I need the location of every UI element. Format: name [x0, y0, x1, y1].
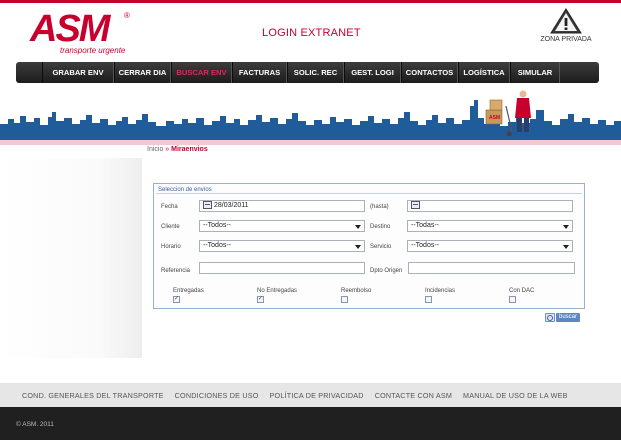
calendar-icon[interactable]	[203, 201, 212, 210]
search-form: Seleccion de envíos Fecha 28/03/2011 (ha…	[153, 183, 585, 309]
no-entregadas-checkbox[interactable]: ✓	[257, 296, 264, 303]
con-dac-checkbox[interactable]	[509, 296, 516, 303]
city-skyline-banner: ASM	[0, 90, 621, 140]
breadcrumb-home[interactable]: Inicio	[147, 146, 163, 153]
horario-value: --Todos--	[203, 242, 232, 249]
calendar-icon[interactable]	[411, 201, 420, 210]
nav-item-grabar-env[interactable]: GRABAR ENV	[42, 62, 114, 83]
cliente-value: --Todos--	[203, 222, 232, 229]
buscar-label: buscar	[556, 313, 581, 322]
asm-logo[interactable]: ASM ® transporte urgente	[30, 9, 142, 59]
svg-text:ASM: ASM	[489, 115, 500, 121]
destino-value: --Todas--	[411, 222, 440, 229]
search-icon	[545, 313, 555, 322]
banner-bottom-band	[0, 140, 621, 145]
incidencias-checkbox[interactable]	[425, 296, 432, 303]
cliente-select[interactable]: --Todos--	[199, 220, 365, 232]
nav-item-facturas[interactable]: FACTURAS	[232, 62, 287, 83]
fecha-value: 28/03/2011	[214, 202, 249, 209]
con-dac-label: Con DAC	[509, 288, 535, 294]
cliente-label: Cliente	[161, 224, 180, 230]
breadcrumb-current: Miraenvios	[171, 146, 208, 153]
registered-mark: ®	[124, 11, 130, 20]
logo-tagline: transporte urgente	[60, 46, 126, 55]
nav-item-logistica[interactable]: LOGÍSTICA	[458, 62, 510, 83]
dpto-origen-input[interactable]	[408, 262, 575, 274]
reembolso-label: Reembolso	[341, 288, 372, 294]
logo-text: ASM	[30, 8, 110, 50]
form-legend: Seleccion de envíos	[156, 186, 582, 194]
servicio-value: --Todos--	[411, 242, 440, 249]
footer-link-cond-generales[interactable]: COND. GENERALES DEL TRANSPORTE	[22, 391, 164, 400]
nav-item-gest-logi[interactable]: GEST. LOGI	[344, 62, 401, 83]
footer-bar	[0, 407, 621, 440]
warning-icon	[550, 8, 582, 34]
referencia-input[interactable]	[199, 262, 365, 274]
footer-link-manual[interactable]: MANUAL DE USO DE LA WEB	[463, 391, 568, 400]
top-accent-line	[0, 0, 621, 3]
nav-item-contactos[interactable]: CONTACTOS	[401, 62, 458, 83]
hasta-label: (hasta)	[370, 204, 389, 210]
main-nav: GRABAR ENV CERRAR DIA BUSCAR ENV FACTURA…	[16, 62, 599, 83]
referencia-label: Referencia	[161, 268, 191, 274]
hasta-field[interactable]	[407, 200, 573, 212]
zona-privada-label: ZONA PRIVADA	[540, 36, 592, 43]
breadcrumb-separator: »	[165, 146, 170, 153]
footer-link-condiciones-uso[interactable]: CONDICIONES DE USO	[175, 391, 259, 400]
entregadas-label: Entregadas	[173, 288, 204, 294]
fecha-field[interactable]: 28/03/2011	[199, 200, 365, 212]
nav-item-simular[interactable]: SIMULAR	[510, 62, 560, 83]
breadcrumb: Inicio » Miraenvios	[147, 146, 208, 153]
horario-label: Horario	[161, 244, 181, 250]
no-entregadas-label: No Entregadas	[257, 288, 298, 294]
dpto-origen-label: Dpto Origen	[370, 268, 403, 274]
footer-link-privacidad[interactable]: POLÍTICA DE PRIVACIDAD	[270, 391, 364, 400]
nav-item-cerrar-dia[interactable]: CERRAR DIA	[114, 62, 171, 83]
destino-label: Destino	[370, 224, 391, 230]
footer-link-contacte[interactable]: CONTACTE CON ASM	[375, 391, 452, 400]
side-panel	[0, 158, 142, 358]
footer-links: COND. GENERALES DEL TRANSPORTE CONDICION…	[0, 383, 621, 407]
copyright: © ASM. 2011	[16, 421, 54, 428]
servicio-label: Servicio	[370, 244, 392, 250]
destino-select[interactable]: --Todas--	[407, 220, 573, 232]
nav-item-solic-rec[interactable]: SOLIC. REC	[287, 62, 344, 83]
fecha-label: Fecha	[161, 204, 178, 210]
nav-item-buscar-env[interactable]: BUSCAR ENV	[171, 62, 232, 83]
entregadas-checkbox[interactable]: ✓	[173, 296, 180, 303]
reembolso-checkbox[interactable]	[341, 296, 348, 303]
page-title: LOGIN EXTRANET	[262, 27, 361, 39]
servicio-select[interactable]: --Todos--	[407, 240, 573, 252]
horario-select[interactable]: --Todos--	[199, 240, 365, 252]
zona-privada-link[interactable]: ZONA PRIVADA	[536, 8, 596, 43]
incidencias-label: Incidencias	[425, 288, 456, 294]
buscar-button[interactable]: buscar	[545, 313, 581, 322]
